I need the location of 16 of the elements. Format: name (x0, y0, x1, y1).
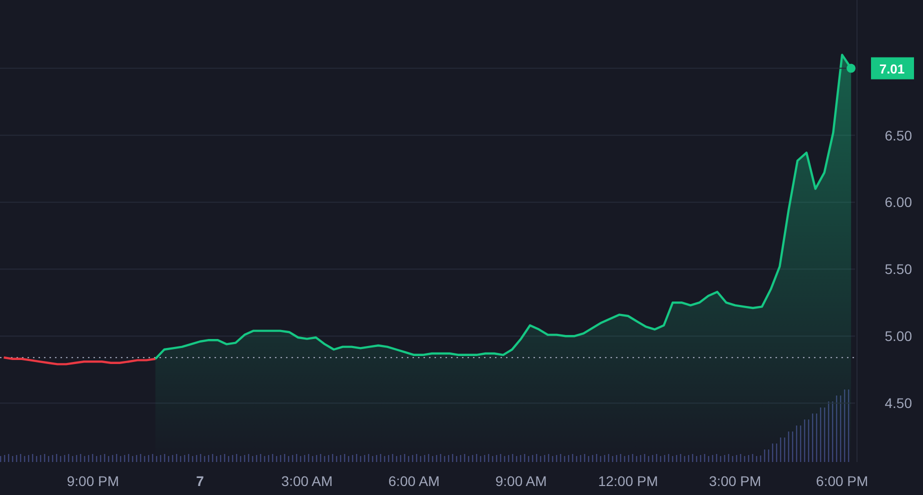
price-value: 7.01 (879, 61, 905, 76)
x-axis-label: 6:00 PM (816, 473, 868, 489)
x-axis-label: 3:00 PM (709, 473, 762, 489)
x-axis-label: 9:00 AM (495, 473, 547, 489)
y-axis-label: 5.50 (884, 261, 912, 278)
y-axis-label: 6.00 (884, 194, 912, 210)
x-axis-label: 6:00 AM (388, 473, 440, 489)
x-axis-label: 12:00 PM (598, 473, 658, 489)
y-axis-label: 5.00 (884, 328, 912, 344)
last-price-dot (846, 64, 856, 73)
x-axis-label: 9:00 PM (66, 473, 119, 489)
y-axis-label: 4.50 (884, 395, 912, 412)
x-axis-label: 7 (196, 473, 204, 489)
price-badge (871, 57, 914, 80)
x-axis-label: 3:00 AM (281, 473, 333, 489)
y-axis-label: 6.50 (884, 127, 912, 144)
